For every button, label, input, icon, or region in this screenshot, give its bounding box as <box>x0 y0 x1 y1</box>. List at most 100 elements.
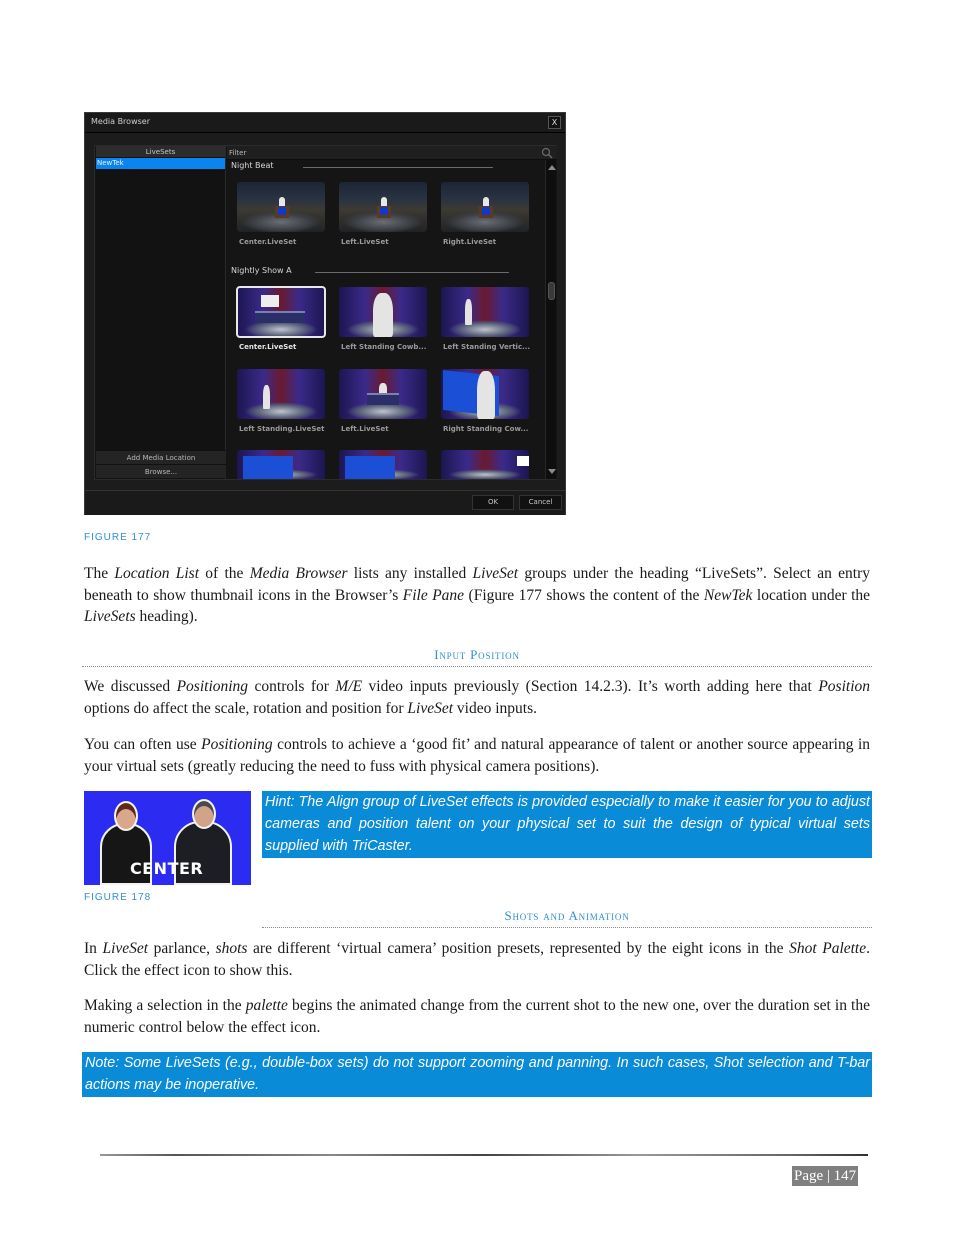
thumbnail-night-beat-right[interactable] <box>441 182 529 232</box>
thumbnail-label: Left Standing.LiveSet <box>239 425 325 433</box>
thumbnail-label: Left Standing Cowb... <box>341 343 427 351</box>
file-pane: Filter Night Beat Center.LiveSet Left.Li… <box>227 146 557 479</box>
text: Making a selection in the <box>84 997 246 1014</box>
ok-button[interactable]: OK <box>472 495 514 510</box>
text: In <box>84 940 103 957</box>
center-overlay-label: CENTER <box>130 859 204 878</box>
paragraph-positioning: We discussed Positioning controls for M/… <box>84 676 870 719</box>
paragraph-palette: Making a selection in the palette begins… <box>84 995 870 1038</box>
thumbnail-monitor <box>261 295 279 307</box>
thumbnail-video-wall <box>243 456 293 479</box>
thumbnail-screen <box>482 207 490 215</box>
location-item-newtek[interactable]: NewTek <box>96 158 225 169</box>
presenter-male-head <box>192 799 216 829</box>
paragraph-location-list: The Location List of the Media Browser l… <box>84 563 870 628</box>
emphasis: Positioning <box>201 736 273 753</box>
emphasis: LiveSets <box>84 608 136 625</box>
cancel-button[interactable]: Cancel <box>519 495 562 510</box>
thumbnail-screen <box>278 207 286 215</box>
text: The <box>84 565 115 582</box>
figure-177-caption: FIGURE 177 <box>84 532 152 543</box>
thumbnail-label: Right.LiveSet <box>443 238 497 246</box>
thumbnail-desk <box>255 311 305 323</box>
section-heading-input-position: Input Position <box>434 647 520 662</box>
section-divider <box>82 666 872 667</box>
emphasis: NewTek <box>703 586 753 604</box>
thumbnail-screen <box>380 207 388 215</box>
emphasis: M/E <box>335 678 363 695</box>
footer-rule <box>100 1154 868 1156</box>
thumbnail-partial[interactable] <box>339 450 427 479</box>
thumbnail-desk <box>367 393 399 405</box>
file-pane-scrollbar[interactable] <box>545 160 556 479</box>
group-divider <box>303 167 493 168</box>
figure-178-image: CENTER <box>84 791 251 885</box>
section-heading-shots-animation: Shots and Animation <box>504 908 630 923</box>
emphasis: shots <box>215 940 248 957</box>
add-media-location-button[interactable]: Add Media Location <box>96 450 226 464</box>
text: You can often use <box>84 736 202 753</box>
thumbnail-label: Left Standing Vertic... <box>443 343 531 351</box>
text: location under the <box>752 586 871 604</box>
filter-label: Filter <box>229 149 247 157</box>
browser-body: LiveSets NewTek Add Media Location Brows… <box>94 145 557 480</box>
text: controls for <box>248 678 336 695</box>
paragraph-good-fit: You can often use Positioning controls t… <box>84 734 870 777</box>
thumbnail-partial[interactable] <box>441 450 529 479</box>
filter-input[interactable]: Filter <box>227 146 557 160</box>
text: video inputs previously (Section 14.2.3)… <box>362 678 819 695</box>
text: heading). <box>135 608 198 625</box>
thumbnail-nightly-left-standing-vertical[interactable] <box>441 287 529 337</box>
emphasis: LiveSet <box>472 565 519 582</box>
close-button[interactable]: X <box>548 116 561 129</box>
hint-callout: Hint: The Align group of LiveSet effects… <box>262 791 872 858</box>
section-divider <box>262 927 872 928</box>
paragraph-shots: In LiveSet parlance, shots are different… <box>84 938 870 981</box>
text: video inputs. <box>453 699 538 717</box>
presenter-female-head <box>114 801 138 831</box>
thumbnail-figure <box>373 293 393 337</box>
group-heading-night-beat: Night Beat <box>231 161 274 170</box>
emphasis: palette <box>245 997 288 1014</box>
emphasis: Location List <box>114 565 200 582</box>
emphasis: Media Browser <box>249 565 348 582</box>
group-heading-nightly-show-a: Nightly Show A <box>231 266 292 275</box>
thumbnail-figure <box>465 299 472 325</box>
emphasis: LiveSet <box>407 699 454 717</box>
note-callout: Note: Some LiveSets (e.g., double-box se… <box>82 1052 872 1097</box>
text: are different ‘virtual camera’ position … <box>247 940 790 957</box>
emphasis: Positioning <box>176 678 249 695</box>
search-icon[interactable] <box>541 147 553 159</box>
title-bar: Media Browser X <box>85 113 565 133</box>
thumbnail-label: Left.LiveSet <box>341 238 389 246</box>
text: (Figure 177 shows the content of the <box>464 586 704 604</box>
thumbnail-nightly-left[interactable] <box>339 369 427 419</box>
scrollbar-thumb[interactable] <box>548 282 555 300</box>
thumbnail-figure <box>263 385 270 409</box>
thumbnail-logo <box>517 456 529 466</box>
scroll-up-arrow-icon[interactable] <box>548 165 556 170</box>
thumbnail-label: Left.LiveSet <box>341 425 389 433</box>
text: We discussed <box>84 678 177 695</box>
browse-button[interactable]: Browse... <box>96 464 226 478</box>
text: lists any installed <box>347 565 473 582</box>
thumbnail-night-beat-center[interactable] <box>237 182 325 232</box>
thumbnail-nightly-left-standing[interactable] <box>237 369 325 419</box>
thumbnail-video-wall <box>345 456 395 479</box>
thumbnail-label: Right Standing Cow... <box>443 425 529 433</box>
dialog-footer: OK Cancel <box>85 490 565 515</box>
emphasis: Position <box>818 678 870 695</box>
location-list-header[interactable]: LiveSets <box>96 146 225 158</box>
page-number: Page | 147 <box>792 1166 859 1186</box>
thumbnail-partial[interactable] <box>237 450 325 479</box>
thumbnail-nightly-center[interactable] <box>236 286 326 338</box>
media-browser-window: Media Browser X LiveSets NewTek Add Medi… <box>84 112 566 515</box>
thumbnail-label: Center.LiveSet <box>239 343 297 351</box>
figure-178-caption: FIGURE 178 <box>84 892 152 903</box>
text: options do affect the scale, rotation an… <box>84 699 408 717</box>
thumbnail-nightly-left-standing-cowboy[interactable] <box>339 287 427 337</box>
thumbnail-night-beat-left[interactable] <box>339 182 427 232</box>
scroll-down-arrow-icon[interactable] <box>548 469 556 474</box>
thumbnail-figure <box>477 371 495 419</box>
thumbnail-nightly-right-standing-cowboy[interactable] <box>441 369 529 419</box>
